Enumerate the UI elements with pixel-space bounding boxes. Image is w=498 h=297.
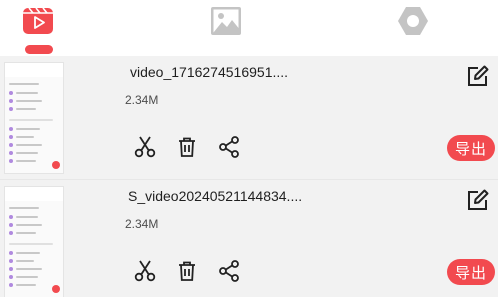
settings-icon [398,7,428,35]
image-icon [211,7,241,35]
trash-icon [179,137,195,157]
delete-button[interactable] [175,135,199,159]
share-button[interactable] [217,135,241,159]
video-thumbnail[interactable] [4,186,64,297]
active-tab-indicator [25,45,53,54]
share-icon [219,136,239,158]
video-file-size: 2.34M [125,217,159,231]
video-icon [23,7,53,34]
top-tab-bar [0,0,498,56]
video-file-size: 2.34M [125,93,159,107]
scissors-icon [134,260,156,282]
share-button[interactable] [217,259,241,283]
cut-button[interactable] [133,259,157,283]
edit-icon [468,65,489,86]
video-list-item[interactable]: S_video20240521144834.... 2.34M 导出 [0,180,498,297]
trash-icon [179,261,195,281]
rename-button[interactable] [466,64,490,88]
tab-settings[interactable] [396,4,430,38]
export-button[interactable]: 导出 [447,259,495,285]
scissors-icon [134,136,156,158]
video-list-item[interactable]: video_1716274516951.... 2.34M 导出 [0,56,498,180]
export-button[interactable]: 导出 [447,135,495,161]
cut-button[interactable] [133,135,157,159]
video-list: video_1716274516951.... 2.34M 导出 S_video… [0,56,498,297]
share-icon [219,260,239,282]
rename-button[interactable] [466,188,490,212]
tab-video[interactable] [21,4,55,38]
edit-icon [468,189,489,210]
tab-image[interactable] [209,4,243,38]
video-filename: video_1716274516951.... [130,64,289,80]
delete-button[interactable] [175,259,199,283]
video-thumbnail[interactable] [4,62,64,174]
video-filename: S_video20240521144834.... [128,188,303,204]
